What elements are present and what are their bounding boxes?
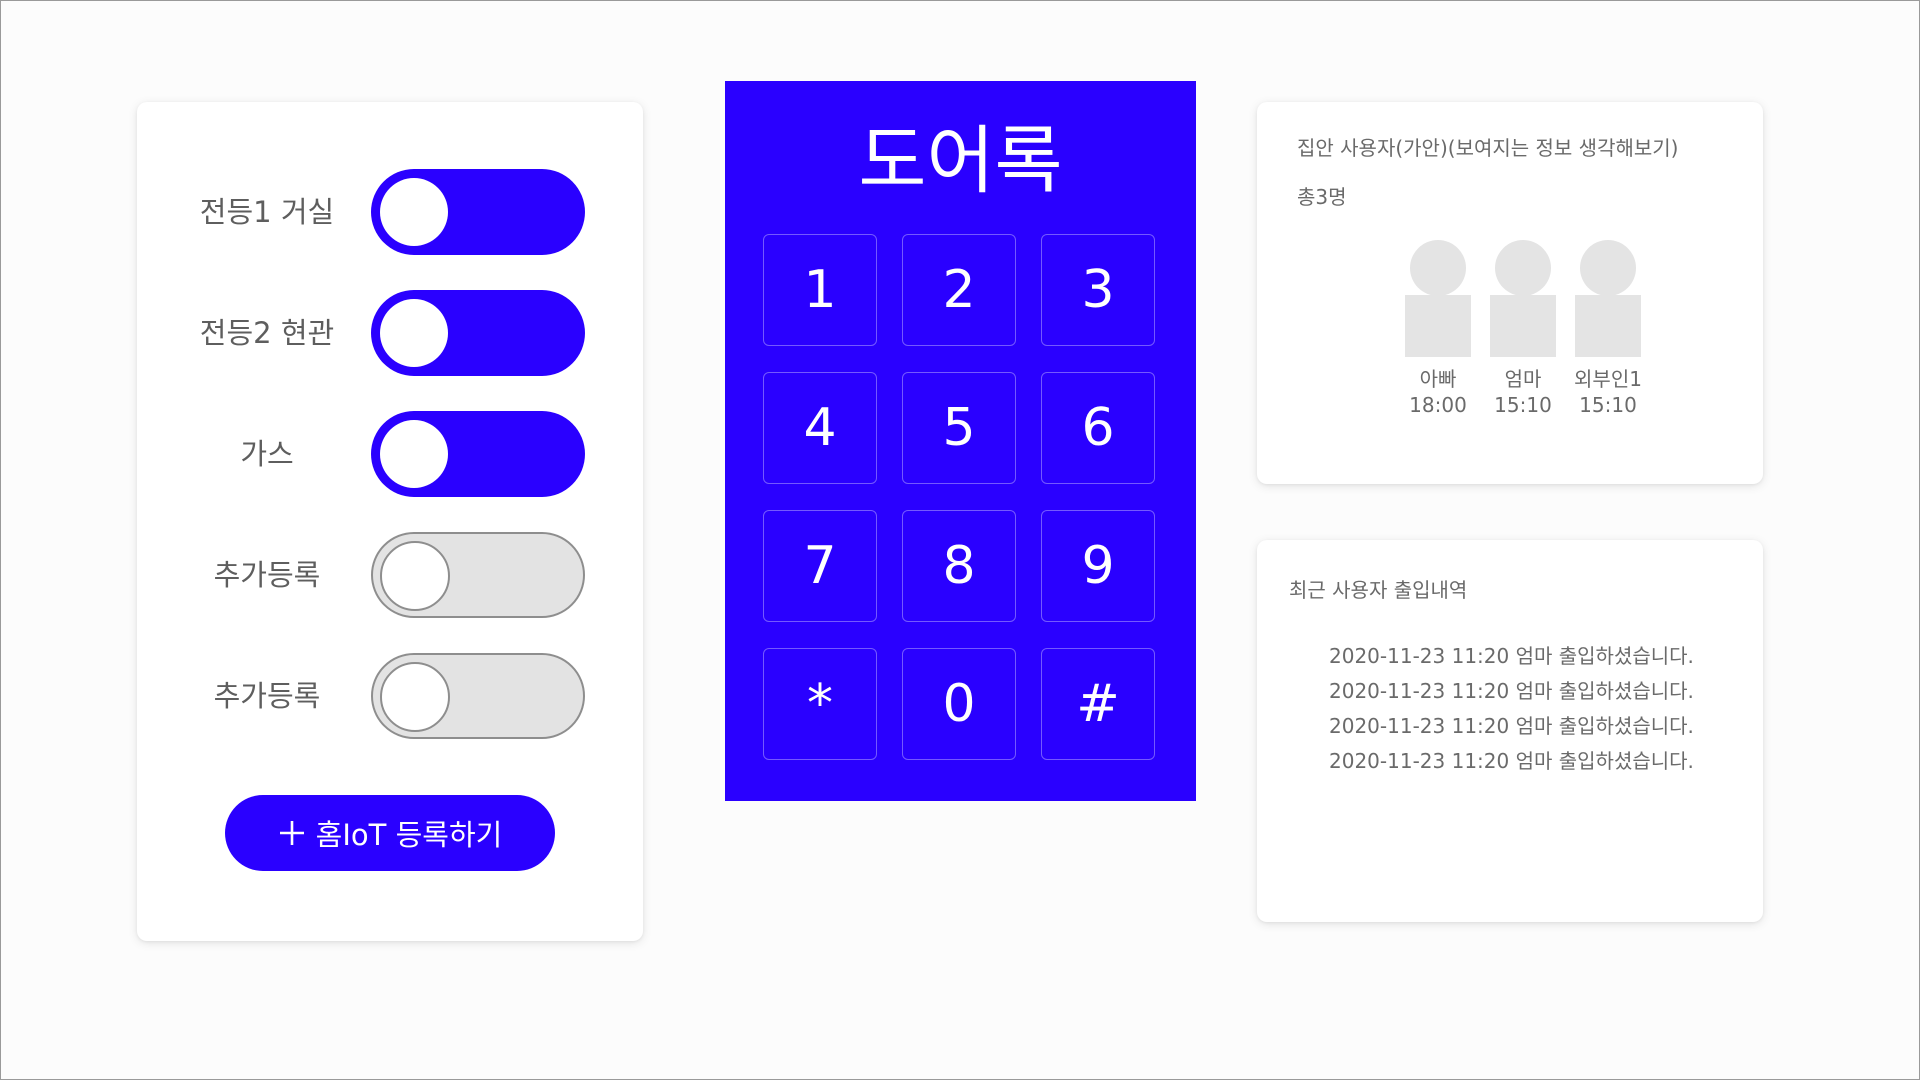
users-at-home-card: 집안 사용자(가안)(보여지는 정보 생각해보기) 총3명 아빠 18:00 엄… bbox=[1257, 102, 1763, 484]
keypad-key-star[interactable]: * bbox=[763, 648, 877, 760]
list-item: 2020-11-23 11:20 엄마 출입하셨습니다. bbox=[1329, 749, 1694, 773]
gas-toggle[interactable] bbox=[371, 411, 585, 497]
device-label: 가스 bbox=[240, 437, 294, 471]
add-device-2-toggle[interactable] bbox=[371, 653, 585, 739]
keypad-key-6[interactable]: 6 bbox=[1041, 372, 1155, 484]
avatar-body bbox=[1490, 295, 1556, 357]
avatar-body bbox=[1405, 295, 1471, 357]
access-log-title: 최근 사용자 출입내역 bbox=[1289, 578, 1468, 602]
avatar bbox=[1410, 240, 1466, 296]
device-label: 추가등록 bbox=[213, 558, 321, 592]
keypad-key-7[interactable]: 7 bbox=[763, 510, 877, 622]
keypad-key-9[interactable]: 9 bbox=[1041, 510, 1155, 622]
toggle-knob bbox=[380, 299, 448, 367]
device-row-add-1: 추가등록 bbox=[137, 532, 643, 618]
door-lock-panel: 도어록 1 2 3 4 5 6 7 8 9 * 0 # bbox=[725, 81, 1196, 801]
user-time: 15:10 bbox=[1579, 393, 1637, 417]
iot-control-panel: 전등1 거실 전등2 현관 가스 추가등록 추가등록 홈IoT 등록하기 bbox=[137, 102, 643, 941]
access-log-list: 2020-11-23 11:20 엄마 출입하셨습니다. 2020-11-23 … bbox=[1329, 639, 1694, 779]
list-item: 2020-11-23 11:20 엄마 출입하셨습니다. bbox=[1329, 644, 1694, 668]
list-item: 2020-11-23 11:20 엄마 출입하셨습니다. bbox=[1329, 714, 1694, 738]
device-row-gas: 가스 bbox=[137, 411, 643, 497]
user-time: 15:10 bbox=[1494, 393, 1552, 417]
users-count: 총3명 bbox=[1297, 185, 1347, 209]
keypad-key-5[interactable]: 5 bbox=[902, 372, 1016, 484]
keypad-key-1[interactable]: 1 bbox=[763, 234, 877, 346]
user-time: 18:00 bbox=[1409, 393, 1467, 417]
toggle-knob bbox=[380, 541, 450, 611]
user-visitor-1[interactable]: 외부인1 15:10 bbox=[1563, 239, 1653, 429]
user-dad[interactable]: 아빠 18:00 bbox=[1393, 239, 1483, 429]
entrance-light-toggle[interactable] bbox=[371, 290, 585, 376]
keypad-key-hash[interactable]: # bbox=[1041, 648, 1155, 760]
add-home-iot-label: 홈IoT 등록하기 bbox=[315, 818, 503, 852]
user-name: 외부인1 bbox=[1574, 367, 1642, 391]
avatar bbox=[1580, 240, 1636, 296]
add-device-1-toggle[interactable] bbox=[371, 532, 585, 618]
user-mom[interactable]: 엄마 15:10 bbox=[1478, 239, 1568, 429]
keypad-key-4[interactable]: 4 bbox=[763, 372, 877, 484]
keypad-key-0[interactable]: 0 bbox=[902, 648, 1016, 760]
toggle-knob bbox=[380, 662, 450, 732]
device-label: 전등1 거실 bbox=[199, 195, 335, 229]
device-row-living-room-light: 전등1 거실 bbox=[137, 169, 643, 255]
living-room-light-toggle[interactable] bbox=[371, 169, 585, 255]
keypad-key-3[interactable]: 3 bbox=[1041, 234, 1155, 346]
toggle-knob bbox=[380, 178, 448, 246]
add-home-iot-button[interactable]: 홈IoT 등록하기 bbox=[225, 795, 555, 871]
door-lock-title: 도어록 bbox=[858, 118, 1063, 204]
user-name: 엄마 bbox=[1504, 367, 1542, 391]
device-row-entrance-light: 전등2 현관 bbox=[137, 290, 643, 376]
avatar bbox=[1495, 240, 1551, 296]
avatar-body bbox=[1575, 295, 1641, 357]
device-label: 전등2 현관 bbox=[199, 316, 335, 350]
plus-icon bbox=[279, 821, 304, 845]
device-row-add-2: 추가등록 bbox=[137, 653, 643, 739]
list-item: 2020-11-23 11:20 엄마 출입하셨습니다. bbox=[1329, 679, 1694, 703]
device-label: 추가등록 bbox=[213, 679, 321, 713]
keypad-key-8[interactable]: 8 bbox=[902, 510, 1016, 622]
users-at-home-title: 집안 사용자(가안)(보여지는 정보 생각해보기) bbox=[1297, 136, 1679, 160]
access-log-card: 최근 사용자 출입내역 2020-11-23 11:20 엄마 출입하셨습니다.… bbox=[1257, 540, 1763, 922]
toggle-knob bbox=[380, 420, 448, 488]
user-name: 아빠 bbox=[1419, 367, 1457, 391]
keypad-key-2[interactable]: 2 bbox=[902, 234, 1016, 346]
